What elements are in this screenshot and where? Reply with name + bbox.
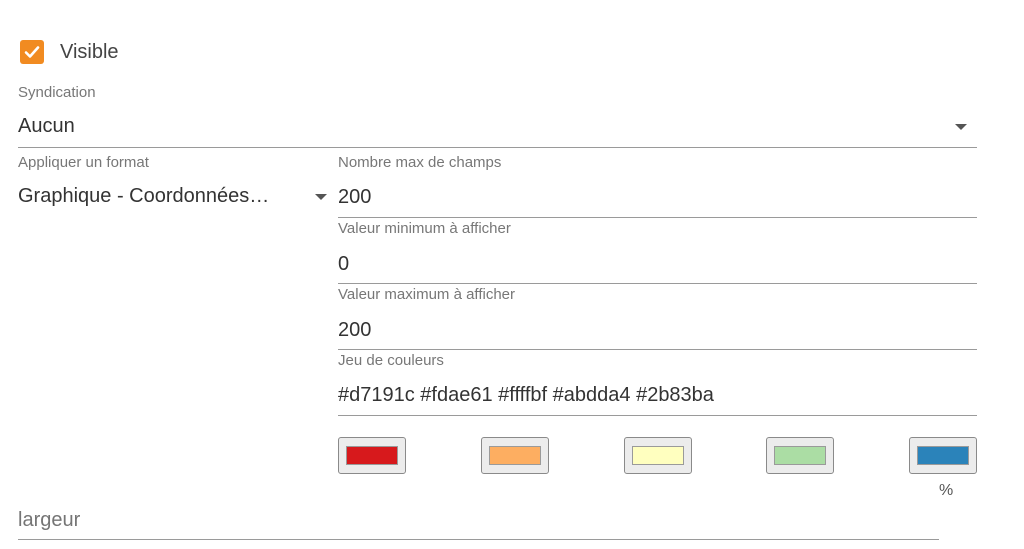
format-dropdown-icon[interactable] (315, 194, 327, 200)
syndication-select[interactable]: Aucun (18, 115, 75, 138)
max-value-input[interactable] (338, 317, 968, 343)
syndication-underline (18, 147, 977, 148)
width-input[interactable] (18, 507, 928, 533)
syndication-dropdown-icon[interactable] (955, 124, 967, 130)
max-value-underline (338, 349, 977, 350)
swatch-fill (346, 446, 398, 465)
form-panel: Visible Syndication Aucun Appliquer un f… (0, 0, 1024, 549)
color-swatch-4[interactable] (766, 437, 834, 474)
format-label: Appliquer un format (18, 154, 149, 171)
visible-checkbox-row[interactable]: Visible (20, 40, 119, 64)
max-fields-underline (338, 217, 977, 218)
min-value-underline (338, 283, 977, 284)
max-fields-input[interactable] (338, 184, 968, 210)
min-value-input[interactable] (338, 251, 968, 277)
color-swatch-3[interactable] (624, 437, 692, 474)
min-value-label: Valeur minimum à afficher (338, 220, 511, 237)
color-swatch-5[interactable] (909, 437, 977, 474)
color-swatch-1[interactable] (338, 437, 406, 474)
swatch-fill (632, 446, 684, 465)
visible-checkbox[interactable] (20, 40, 44, 64)
color-set-label: Jeu de couleurs (338, 352, 444, 369)
swatch-fill (917, 446, 969, 465)
visible-label: Visible (60, 40, 119, 63)
syndication-label: Syndication (18, 84, 96, 101)
check-icon (24, 46, 40, 58)
swatch-fill (489, 446, 541, 465)
max-fields-label: Nombre max de champs (338, 154, 502, 171)
format-select[interactable]: Graphique - Coordonnées… (18, 185, 269, 208)
swatch-fill (774, 446, 826, 465)
max-value-label: Valeur maximum à afficher (338, 286, 516, 303)
percent-unit: % (939, 482, 954, 499)
color-set-underline (338, 415, 977, 416)
color-swatch-2[interactable] (481, 437, 549, 474)
color-set-input[interactable] (338, 382, 968, 408)
width-underline (18, 539, 939, 540)
